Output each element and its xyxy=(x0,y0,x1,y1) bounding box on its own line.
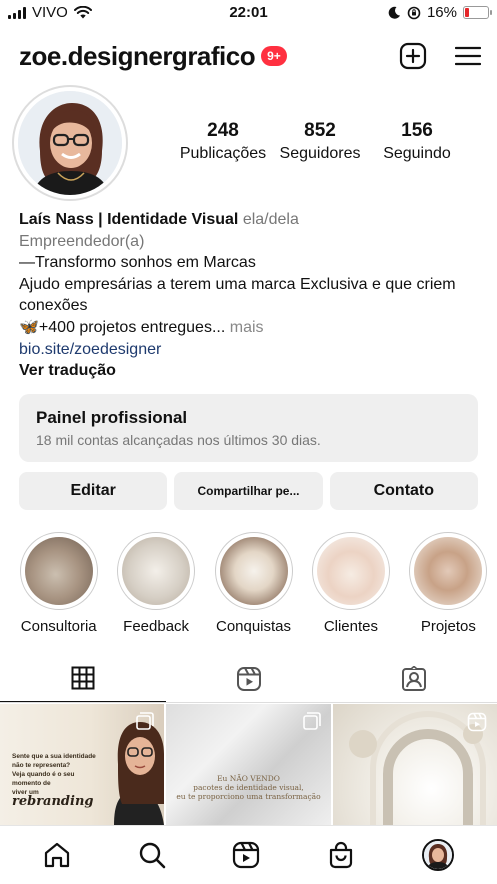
post-text-highlight: rebranding xyxy=(12,794,94,809)
home-icon[interactable] xyxy=(43,841,71,869)
post-caption: Eu NÃO VENDO pacotes de identidade visua… xyxy=(166,774,330,801)
bio-line: 🦋+400 projetos entregues... xyxy=(19,318,226,336)
profile-avatar[interactable] xyxy=(421,839,454,871)
professional-dashboard[interactable]: Painel profissional 18 mil contas alcanç… xyxy=(19,394,478,462)
stat-followers[interactable]: 852 Seguidores xyxy=(272,120,368,163)
highlight-ring xyxy=(311,532,390,610)
grid-icon xyxy=(71,666,95,690)
post-caption: Sente que a sua identidade não te repres… xyxy=(12,752,102,808)
highlight-conquistas[interactable]: Conquistas xyxy=(205,532,302,635)
create-post-icon[interactable] xyxy=(399,42,427,70)
menu-icon[interactable] xyxy=(455,45,481,67)
highlight-projetos[interactable]: Projetos xyxy=(400,532,497,635)
post-text-line: Sente que a sua identidade xyxy=(12,753,96,760)
highlight-cover xyxy=(24,537,93,605)
profile-avatar[interactable] xyxy=(12,85,128,201)
bio-line-with-more: 🦋+400 projetos entregues... mais xyxy=(19,317,481,339)
stat-following[interactable]: 156 Seguindo xyxy=(369,120,465,163)
highlight-label: Consultoria xyxy=(20,618,97,635)
tab-posts-grid[interactable] xyxy=(0,655,166,703)
profile-photo xyxy=(423,841,452,869)
profile-photo xyxy=(18,91,122,195)
highlight-feedback[interactable]: Feedback xyxy=(107,532,204,635)
post-text-line: eu te proporciono uma transformação xyxy=(176,792,321,801)
highlight-clientes[interactable]: Clientes xyxy=(302,532,399,635)
profile-header: zoe.designergrafico 9+ xyxy=(19,36,481,76)
stat-label: Seguidores xyxy=(279,145,361,162)
stat-label: Seguindo xyxy=(383,145,451,162)
profile-stats: 248 Publicações 852 Seguidores 156 Segui… xyxy=(175,120,465,163)
post-text-line: Eu NÃO VENDO xyxy=(217,774,280,783)
story-highlights: Consultoria Feedback Conquistas Clientes… xyxy=(10,532,497,635)
highlight-label: Conquistas xyxy=(215,618,292,635)
stat-value: 156 xyxy=(401,120,433,141)
activity-dot xyxy=(436,869,440,871)
posts-grid: Sente que a sua identidade não te repres… xyxy=(0,704,497,825)
reels-icon[interactable] xyxy=(232,841,260,869)
post-text-line: Veja quando é o seu momento de xyxy=(12,771,75,787)
highlight-cover xyxy=(414,537,483,605)
edit-profile-button[interactable]: Editar xyxy=(19,472,168,510)
status-bar: VIVO 22:01 16% xyxy=(0,0,497,28)
moon-icon xyxy=(388,6,400,19)
carousel-icon xyxy=(302,712,321,730)
post-text-line: viver um rebranding xyxy=(12,788,102,808)
pronouns: ela/dela xyxy=(242,211,299,228)
reels-icon xyxy=(236,667,261,691)
tabs-divider xyxy=(0,702,497,703)
highlight-ring xyxy=(19,532,98,610)
post-text-line: não te representa? xyxy=(12,762,71,769)
username[interactable]: zoe.designergrafico xyxy=(19,41,256,72)
highlight-cover xyxy=(219,537,288,605)
share-profile-button[interactable]: Compartilhar pe... xyxy=(174,472,323,510)
panel-subtitle: 18 mil contas alcançadas nos últimos 30 … xyxy=(36,432,321,448)
notification-badge[interactable]: 9+ xyxy=(261,46,287,66)
bio-line: —Transformo sonhos em Marcas xyxy=(19,254,256,272)
post-thumbnail[interactable]: Sente que a sua identidade não te repres… xyxy=(0,704,165,825)
post-thumbnail[interactable] xyxy=(332,704,497,825)
stat-value: 248 xyxy=(207,120,239,141)
bio-link[interactable]: bio.site/zoedesigner xyxy=(19,339,481,361)
display-name: Laís Nass | Identidade Visual xyxy=(19,211,239,228)
highlight-label: Feedback xyxy=(123,618,190,635)
highlight-ring xyxy=(214,532,293,610)
highlight-cover xyxy=(122,537,191,605)
highlight-consultoria[interactable]: Consultoria xyxy=(10,532,107,635)
bottom-nav xyxy=(0,825,497,884)
more-link[interactable]: mais xyxy=(230,319,264,336)
tab-tagged[interactable] xyxy=(331,655,497,703)
contact-button[interactable]: Contato xyxy=(329,472,478,510)
post-text-line: pacotes de identidade visual, xyxy=(193,783,304,792)
bio-line: Ajudo empresárias a terem uma marca Excl… xyxy=(19,275,456,315)
header-actions xyxy=(399,42,481,70)
stat-posts[interactable]: 248 Publicações xyxy=(175,120,271,163)
orientation-lock-icon xyxy=(407,6,421,19)
tab-reels[interactable] xyxy=(166,655,332,703)
stat-value: 852 xyxy=(304,120,336,141)
post-photo xyxy=(114,722,165,825)
search-icon[interactable] xyxy=(138,841,166,869)
highlight-label: Projetos xyxy=(420,618,476,635)
battery-icon xyxy=(463,6,492,19)
profile-bio: Laís Nass | Identidade Visual ela/dela E… xyxy=(19,209,481,382)
name-line: Laís Nass | Identidade Visual ela/dela xyxy=(19,209,481,231)
category-label: Empreendedor(a) xyxy=(19,232,145,250)
status-right: 16% xyxy=(388,4,492,21)
panel-title: Painel profissional xyxy=(36,408,188,427)
shop-icon[interactable] xyxy=(327,841,355,869)
highlight-label: Clientes xyxy=(323,618,379,635)
carousel-icon xyxy=(136,712,155,730)
translate-link[interactable]: Ver tradução xyxy=(19,360,481,382)
profile-actions: Editar Compartilhar pe... Contato xyxy=(19,472,478,510)
stat-label: Publicações xyxy=(179,145,267,162)
profile-photo-illustration xyxy=(18,91,122,195)
content-tabs xyxy=(0,655,497,703)
highlight-ring xyxy=(409,532,488,610)
reel-icon xyxy=(467,712,487,732)
tagged-icon xyxy=(402,666,427,691)
post-thumbnail[interactable]: Eu NÃO VENDO pacotes de identidade visua… xyxy=(166,704,331,825)
highlight-ring xyxy=(117,532,196,610)
battery-percent: 16% xyxy=(426,4,457,21)
highlight-cover xyxy=(316,537,385,605)
